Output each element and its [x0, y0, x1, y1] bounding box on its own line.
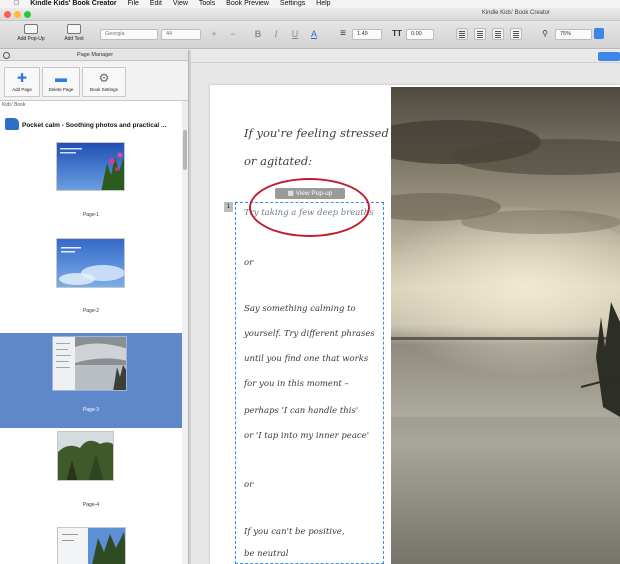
increase-font-button[interactable]: +: [208, 28, 220, 40]
zoom-window-button[interactable]: [24, 11, 31, 18]
align-left-button[interactable]: [456, 28, 468, 40]
page-label-3: Page-3: [82, 407, 100, 413]
book-icon: [5, 118, 19, 130]
apple-menu[interactable]: : [14, 0, 19, 8]
sunset-sea-photo: [391, 87, 620, 564]
bold-button[interactable]: B: [252, 28, 264, 40]
gear-icon[interactable]: [3, 52, 10, 59]
page-list-scroll-thumb[interactable]: [183, 130, 187, 170]
heading-line-1[interactable]: If you're feeling stressed: [244, 126, 389, 140]
plus-icon: ✚: [16, 71, 28, 85]
minimize-window-button[interactable]: [14, 11, 21, 18]
add-popup-icon: [24, 24, 38, 34]
heading-line-2[interactable]: or agitated:: [244, 154, 312, 168]
decrease-font-button[interactable]: −: [227, 28, 239, 40]
book-title[interactable]: Pocket calm - Soothing photos and practi…: [22, 122, 166, 129]
body-line-or-1: or: [244, 258, 254, 268]
align-center-button[interactable]: [474, 28, 486, 40]
minus-icon: ▬: [55, 71, 67, 85]
book-settings-label: Book Settings: [90, 87, 118, 92]
body-line-or-2: or: [244, 480, 254, 490]
char-spacing-field[interactable]: 0.00: [406, 29, 434, 40]
align-justify-button[interactable]: [510, 28, 522, 40]
page-label-4: Page-4: [82, 502, 100, 508]
zoom-magnifier-icon: ⚲: [542, 29, 548, 38]
page-thumbnail-5[interactable]: [57, 527, 126, 564]
close-window-button[interactable]: [4, 11, 11, 18]
underline-button[interactable]: U: [289, 28, 301, 40]
toolbar: Add Pop-Up Add Text Georgia 44 + − B I U…: [0, 21, 620, 49]
page-label-2: Page-2: [82, 308, 100, 314]
add-page-label: Add Page: [12, 87, 32, 92]
page-thumbnail-3[interactable]: [52, 336, 127, 391]
page-thumbnail-2[interactable]: [56, 238, 125, 288]
menu-view[interactable]: View: [173, 0, 188, 8]
preview-button[interactable]: [598, 52, 620, 61]
popup-number-badge: 1: [224, 202, 233, 212]
char-spacing-icon: TT: [392, 29, 402, 38]
body-line-6: for you in this moment –: [244, 379, 349, 389]
page-thumbnail-1[interactable]: [56, 142, 125, 191]
settings-gear-icon: ⚙: [98, 71, 110, 85]
line-spacing-icon: ≡: [340, 28, 346, 39]
page-4-preview: [58, 432, 113, 480]
window-title: Kindle Kids' Book Creator: [481, 10, 550, 16]
body-line-11: be neutral: [244, 549, 289, 559]
page-2-preview: [57, 239, 124, 287]
body-line-10: If you can't be positive,: [244, 527, 345, 537]
page-label-1: Page-1: [82, 212, 100, 218]
font-family-select[interactable]: Georgia: [100, 29, 158, 40]
menu-app-name[interactable]: Kindle Kids' Book Creator: [30, 0, 116, 8]
align-right-button[interactable]: [492, 28, 504, 40]
menu-file[interactable]: File: [128, 0, 139, 8]
delete-page-button[interactable]: ▬ Delete Page: [42, 67, 80, 97]
add-text-label: Add Text: [64, 36, 84, 42]
title-bar: Kindle Kids' Book Creator: [0, 8, 620, 21]
book-settings-button[interactable]: ⚙ Book Settings: [82, 67, 126, 97]
menu-edit[interactable]: Edit: [150, 0, 162, 8]
body-line-4: yourself. Try different phrases: [244, 329, 375, 339]
add-text-icon: [67, 24, 81, 34]
add-page-button[interactable]: ✚ Add Page: [4, 67, 40, 97]
menu-settings[interactable]: Settings: [280, 0, 305, 8]
delete-page-label: Delete Page: [48, 87, 74, 92]
annotation-circle: [249, 178, 370, 237]
page-3-preview: [53, 337, 126, 390]
page-manager-toolbar: ✚ Add Page ▬ Delete Page ⚙ Book Settings: [0, 61, 190, 101]
kids-book-label: Kids' Book: [2, 102, 26, 108]
add-popup-button[interactable]: Add Pop-Up: [10, 24, 52, 47]
body-line-7: perhaps 'I can handle this': [244, 406, 359, 416]
line-spacing-field[interactable]: 1.49: [352, 29, 382, 40]
canvas-header-bar: [191, 50, 620, 63]
zoom-field[interactable]: 75%: [555, 29, 592, 40]
text-color-button[interactable]: A: [308, 28, 320, 40]
page-5-preview: [58, 528, 125, 564]
page-photo[interactable]: [391, 87, 620, 564]
menu-tools[interactable]: Tools: [199, 0, 215, 8]
zoom-dropdown-button[interactable]: [594, 28, 604, 39]
body-line-3: Say something calming to: [244, 304, 356, 314]
menu-help[interactable]: Help: [316, 0, 330, 8]
body-line-5: until you find one that works: [244, 354, 369, 364]
page-thumbnail-4[interactable]: [57, 431, 114, 481]
body-line-8: or 'I tap into my inner peace': [244, 431, 370, 441]
page-1-preview: [57, 143, 124, 190]
menu-book-preview[interactable]: Book Preview: [226, 0, 269, 8]
font-size-select[interactable]: 44: [161, 29, 201, 40]
page-manager-header: Page Manager: [0, 50, 190, 61]
add-popup-label: Add Pop-Up: [17, 36, 45, 42]
add-text-button[interactable]: Add Text: [58, 24, 90, 47]
menu-bar:  Kindle Kids' Book Creator File Edit Vi…: [0, 0, 620, 8]
italic-button[interactable]: I: [270, 28, 282, 40]
